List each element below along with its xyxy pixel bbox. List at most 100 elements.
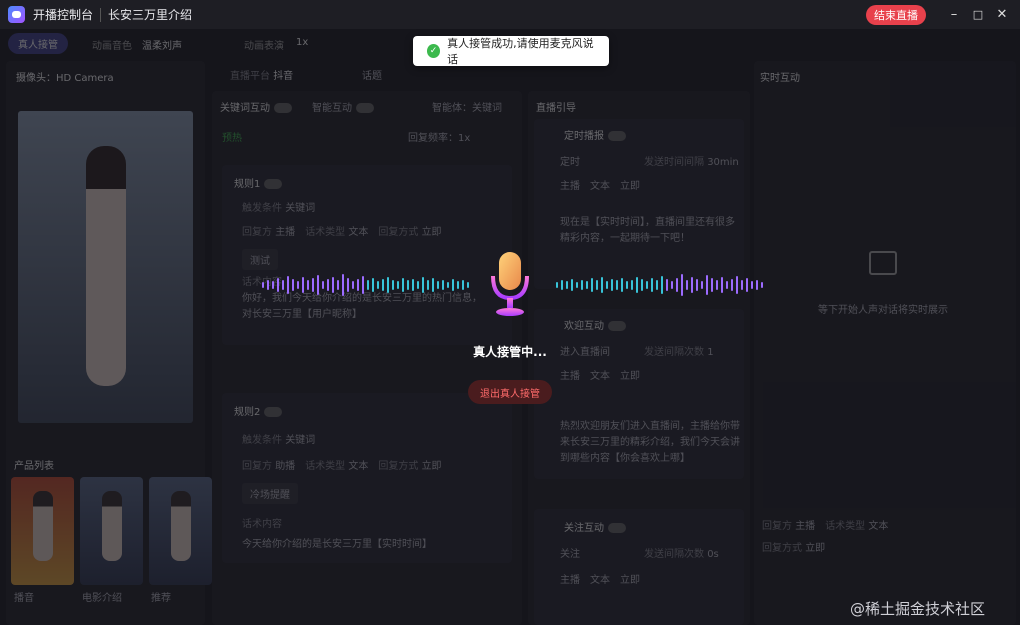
wave-bar xyxy=(606,281,608,289)
presenter-figure xyxy=(86,146,126,386)
product-item[interactable] xyxy=(149,477,212,585)
smart-interaction-toggle[interactable]: 智能互动 xyxy=(312,99,374,114)
wave-bar xyxy=(262,282,264,288)
wave-bar xyxy=(437,281,439,289)
wave-bar xyxy=(412,279,414,291)
wave-bar xyxy=(277,278,279,292)
wave-bar xyxy=(556,282,558,288)
guide-interval: 发送间隔次数 0s xyxy=(644,549,719,560)
toast-message: 真人接管成功,请使用麦克风说话 xyxy=(447,37,594,66)
scheme-name[interactable]: 预热 xyxy=(222,129,242,144)
rule-card: 规则1 触发条件 关键词 回复方 主播 话术类型 文本 回复方式 立即 测试 话… xyxy=(222,165,512,345)
guide-section: 欢迎互动 进入直播间 发送间隔次数 1 主播 文本 立即 热烈欢迎朋友们进入直播间，… xyxy=(534,309,744,479)
wave-bar xyxy=(686,280,688,290)
wave-bar xyxy=(362,276,364,294)
rule-card: 规则2 触发条件 关键词 回复方 助播 话术类型 文本 回复方式 立即 冷场提醒… xyxy=(222,393,512,563)
window-title: 长安三万里介绍 xyxy=(108,8,193,22)
wave-bar xyxy=(347,278,349,292)
wave-bar xyxy=(751,281,753,289)
product-item[interactable] xyxy=(80,477,143,585)
wave-bar xyxy=(741,280,743,290)
maximize-icon[interactable]: □ xyxy=(967,0,989,29)
wave-bar xyxy=(726,281,728,289)
camera-panel: 摄像头：HD Camera xyxy=(6,61,205,475)
platform-row: 直播平台 抖音 xyxy=(230,71,294,82)
product-item[interactable] xyxy=(11,477,74,585)
wave-bar xyxy=(691,277,693,293)
rule-keyword-tag[interactable]: 测试 xyxy=(242,249,278,270)
wave-bar xyxy=(716,280,718,290)
wave-bar xyxy=(736,276,738,294)
wave-bar xyxy=(382,279,384,291)
dimmed-content: 真人接管 动画音色 温柔刘声 动画表演 1x 摄像头：HD Camera 产品列… xyxy=(0,29,1020,625)
wave-bar xyxy=(272,281,274,289)
wave-bar xyxy=(432,278,434,292)
rule-keyword-tag[interactable]: 冷场提醒 xyxy=(242,483,298,504)
wave-bar xyxy=(621,278,623,292)
reply-rate[interactable]: 回复频率：1x xyxy=(408,129,470,144)
product-name: 播音 xyxy=(14,593,34,604)
app-window: 开播控制台 长安三万里介绍 结束直播 – □ ✕ 真人接管 动画音色 温柔刘声 … xyxy=(0,0,1020,625)
watermark: @稀土掘金技术社区 xyxy=(850,600,986,618)
wave-bar xyxy=(352,281,354,289)
wave-bar xyxy=(322,281,324,289)
live-interaction-panel: 实时互动 等下开始人声对话将实时展示 回复方 主播 话术类型 文本 回复方式 立… xyxy=(754,61,1016,625)
rule-content: 今天给你介绍的是长安三万里【实时时间】 xyxy=(242,539,432,550)
wave-bar xyxy=(282,280,284,290)
guide-content: 热烈欢迎朋友们进入直播间，主播给你带来长安三万里的精彩介绍，我们今天会讲到哪些内… xyxy=(560,421,740,464)
tab-voice-value[interactable]: 温柔刘声 xyxy=(142,37,182,52)
wave-bar xyxy=(561,280,563,290)
wave-bar xyxy=(566,281,568,289)
guide-content: 现在是【实时时间】，直播间里还有很多精彩内容，一起期待一下吧！ xyxy=(560,217,735,244)
wave-bar xyxy=(676,278,678,292)
product-name: 电影介绍 xyxy=(82,593,122,604)
agent-selector[interactable]: 智能体：关键词 xyxy=(432,99,502,114)
guide-section: 定时播报 定时 发送时间间隔 30min 主播 文本 立即 现在是【实时时间】，直播… xyxy=(534,119,744,289)
wave-bar xyxy=(267,280,269,290)
minimize-icon[interactable]: – xyxy=(943,0,965,29)
keyword-title: 关键词互动 xyxy=(220,99,292,114)
success-toast: ✓ 真人接管成功,请使用麦克风说话 xyxy=(413,36,609,66)
guide-section-name: 欢迎互动 xyxy=(564,317,626,332)
wave-bar xyxy=(656,280,658,290)
rule-meta: 回复方 主播 话术类型 文本 回复方式 立即 xyxy=(242,227,442,238)
wave-bar xyxy=(601,277,603,293)
wave-bar xyxy=(721,277,723,293)
wave-bar xyxy=(616,280,618,290)
tab-speed-value[interactable]: 1x xyxy=(296,37,308,48)
wave-bar xyxy=(307,280,309,290)
wave-bar xyxy=(377,281,379,289)
camera-label: 摄像头：HD Camera xyxy=(16,73,114,84)
platform-option[interactable]: 话题 xyxy=(362,67,382,82)
close-icon[interactable]: ✕ xyxy=(991,0,1013,29)
wave-bar xyxy=(297,281,299,289)
check-icon: ✓ xyxy=(427,44,441,58)
wave-bar xyxy=(596,280,598,290)
audio-wave-right xyxy=(556,268,763,302)
tab-human-takeover[interactable]: 真人接管 xyxy=(8,33,68,54)
wave-bar xyxy=(671,281,673,289)
exit-takeover-button[interactable]: 退出真人接管 xyxy=(468,380,552,404)
guide-interval: 发送时间间隔 30min xyxy=(644,157,739,168)
guide-trigger: 定时 xyxy=(560,157,580,168)
wave-bar xyxy=(422,277,424,293)
guide-trigger: 关注 xyxy=(560,549,580,560)
wave-bar xyxy=(641,279,643,291)
wave-bar xyxy=(581,280,583,290)
wave-bar xyxy=(696,279,698,291)
audio-wave-left xyxy=(262,268,469,302)
wave-bar xyxy=(342,274,344,296)
rule-name: 规则1 xyxy=(234,175,283,190)
background-workspace: 真人接管 动画音色 温柔刘声 动画表演 1x 摄像头：HD Camera 产品列… xyxy=(0,29,1020,625)
wave-bar xyxy=(576,282,578,288)
wave-bar xyxy=(681,274,683,296)
wave-bar xyxy=(337,280,339,290)
wave-bar xyxy=(327,279,329,291)
wave-bar xyxy=(591,278,593,292)
wave-bar xyxy=(387,277,389,293)
wave-bar xyxy=(457,281,459,289)
guide-section-name: 关注互动 xyxy=(564,519,626,534)
rule-trigger: 触发条件 关键词 xyxy=(242,435,316,446)
wave-bar xyxy=(571,279,573,291)
end-live-button[interactable]: 结束直播 xyxy=(866,5,926,25)
